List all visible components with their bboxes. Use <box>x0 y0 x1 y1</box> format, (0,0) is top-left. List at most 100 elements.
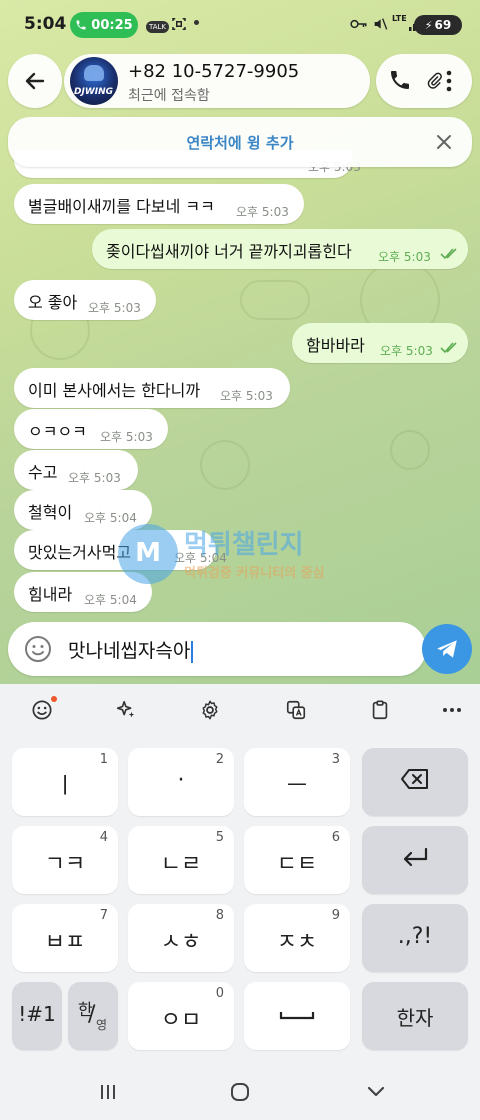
smiley-icon <box>25 636 51 662</box>
emoji-keyboard-button[interactable] <box>26 694 58 726</box>
enter-key[interactable] <box>362 826 468 894</box>
battery-indicator: ⚡ 69 <box>414 15 462 35</box>
ongoing-call-pill[interactable]: 00:25 <box>70 12 138 38</box>
message-text: 철혁이 <box>28 503 73 522</box>
message-time: 오후 5:03 <box>100 430 153 444</box>
keyboard-settings-button[interactable] <box>194 694 226 726</box>
language-switch-key[interactable]: 한 / 영 <box>68 982 118 1050</box>
home-icon <box>231 1083 249 1101</box>
message-bubble-outgoing[interactable]: 함바바라 오후 5:03 <box>292 323 468 363</box>
key-label: · <box>177 768 185 793</box>
message-time: 오후 5:03 <box>68 471 121 485</box>
emoji-button[interactable] <box>24 635 52 663</box>
key-label: .,?! <box>397 924 433 949</box>
charging-bolt-icon: ⚡ <box>424 18 433 32</box>
key-label: !#1 <box>18 1002 56 1026</box>
read-ticks-icon <box>440 248 457 260</box>
message-bubble-outgoing[interactable]: 좆이다씹새끼야 너거 끝까지괴롭힌다 오후 5:03 <box>92 229 468 269</box>
translate-icon <box>286 700 306 720</box>
send-button[interactable] <box>422 624 472 674</box>
key-2[interactable]: 2 · <box>128 748 234 816</box>
watermark-subtitle: 먹튀검증 커뮤니티의 중심 <box>184 566 325 581</box>
attach-button[interactable] <box>426 70 446 94</box>
clipboard-button[interactable] <box>364 694 396 726</box>
key-8[interactable]: 8 ㅅㅎ <box>128 904 234 972</box>
smiley-icon <box>32 700 52 720</box>
chevron-down-icon <box>367 1086 385 1097</box>
translate-button[interactable] <box>280 694 312 726</box>
key-label: ㄱㅋ <box>44 852 86 877</box>
notification-dot <box>51 696 57 702</box>
message-text: 수고 <box>28 463 58 482</box>
call-timer: 00:25 <box>91 17 133 33</box>
key-label: ㅣ <box>54 774 76 799</box>
message-bubble-incoming[interactable]: 별글배이새끼를 다보네 ㅋㅋ 오후 5:03 <box>14 184 304 224</box>
keyboard: 1 ㅣ 2 · 3 ㅡ 4 ㄱㅋ 5 ㄴㄹ 6 ㄷㅌ 7 ㅂㅍ 8 ㅅㅎ 9 ㅈ… <box>0 684 480 1068</box>
key-7[interactable]: 7 ㅂㅍ <box>12 904 118 972</box>
key-number: 4 <box>99 830 108 845</box>
key-6[interactable]: 6 ㄷㅌ <box>244 826 350 894</box>
key-1[interactable]: 1 ㅣ <box>12 748 118 816</box>
slash-divider: / <box>88 1002 96 1027</box>
watermark: M 먹튀챌린지 먹튀검증 커뮤니티의 중심 <box>118 522 378 592</box>
read-ticks-icon <box>440 342 457 354</box>
nav-back-button[interactable] <box>364 1080 388 1104</box>
message-time: 오후 5:03 <box>236 205 289 219</box>
key-number: 5 <box>215 830 224 845</box>
punctuation-key[interactable]: .,?! <box>362 904 468 972</box>
message-bubble-incoming[interactable]: ㅇㅋㅇㅋ 오후 5:03 <box>14 409 168 449</box>
keyboard-more-button[interactable] <box>436 694 468 726</box>
phone-icon <box>76 20 86 30</box>
message-bubble-incoming[interactable]: 오 좋아 오후 5:03 <box>14 280 156 320</box>
key-9[interactable]: 9 ㅈㅊ <box>244 904 350 972</box>
close-banner-button[interactable] <box>432 130 456 154</box>
home-button[interactable] <box>228 1080 252 1104</box>
key-number: 2 <box>215 752 224 767</box>
key-label: ㅇㅁ <box>160 1008 202 1033</box>
back-button[interactable] <box>8 54 62 108</box>
key-3[interactable]: 3 ㅡ <box>244 748 350 816</box>
recent-apps-button[interactable] <box>96 1080 120 1104</box>
gear-icon <box>202 700 218 720</box>
add-contact-label[interactable]: 연락처에 윙 추가 <box>8 132 472 153</box>
ai-tools-button[interactable] <box>110 694 142 726</box>
more-menu-button[interactable] <box>446 70 458 94</box>
message-bubble-incoming[interactable]: 이미 본사에서는 한다니까 오후 5:03 <box>14 368 290 408</box>
key-label: ㅅㅎ <box>160 930 202 955</box>
message-bubble-incoming[interactable]: 수고 오후 5:03 <box>14 450 138 490</box>
contact-avatar[interactable]: DJWING <box>70 57 118 105</box>
key-5[interactable]: 5 ㄴㄹ <box>128 826 234 894</box>
avatar-text: DJWING <box>74 87 114 97</box>
add-contact-banner[interactable]: 연락처에 윙 추가 <box>8 117 472 167</box>
message-text: 좆이다씹새끼야 너거 끝까지괴롭힌다 <box>106 242 352 261</box>
message-text: 이미 본사에서는 한다니까 <box>28 381 201 400</box>
key-number: 3 <box>331 752 340 767</box>
watermark-logo-text: M <box>135 538 161 568</box>
chat-header[interactable]: DJWING +82 10-5727-9905 최근에 접속함 <box>64 54 370 108</box>
key-0[interactable]: 0 ㅇㅁ <box>128 982 234 1050</box>
screenshot-icon <box>170 15 188 36</box>
watermark-title: 먹튀챌린지 <box>184 530 304 560</box>
space-key[interactable] <box>244 982 350 1050</box>
key-label: ㅂㅍ <box>44 930 86 955</box>
dot-icon <box>194 20 199 25</box>
message-text: 맛있는거사먹고 <box>28 543 132 562</box>
key-label: ㅈㅊ <box>276 930 318 955</box>
key-number: 6 <box>331 830 340 845</box>
backspace-key[interactable] <box>362 748 468 816</box>
space-icon <box>244 1002 350 1030</box>
message-text: 함바바라 <box>306 336 365 355</box>
header-actions <box>376 54 472 108</box>
hanja-key[interactable]: 한자 <box>362 982 468 1050</box>
symbols-key[interactable]: !#1 <box>12 982 62 1050</box>
key-4[interactable]: 4 ㄱㅋ <box>12 826 118 894</box>
battery-level: 69 <box>434 18 452 32</box>
call-button[interactable] <box>388 68 416 96</box>
talk-icon: TALK <box>146 18 170 33</box>
lte-signal-icon: LTE <box>392 14 407 23</box>
more-horizontal-icon <box>443 708 461 712</box>
message-composer[interactable]: 맛나네씹자슥아 <box>8 622 426 676</box>
contact-last-seen: 최근에 접속함 <box>128 88 210 104</box>
message-input[interactable]: 맛나네씹자슥아 <box>68 636 194 663</box>
enter-icon <box>362 846 468 874</box>
